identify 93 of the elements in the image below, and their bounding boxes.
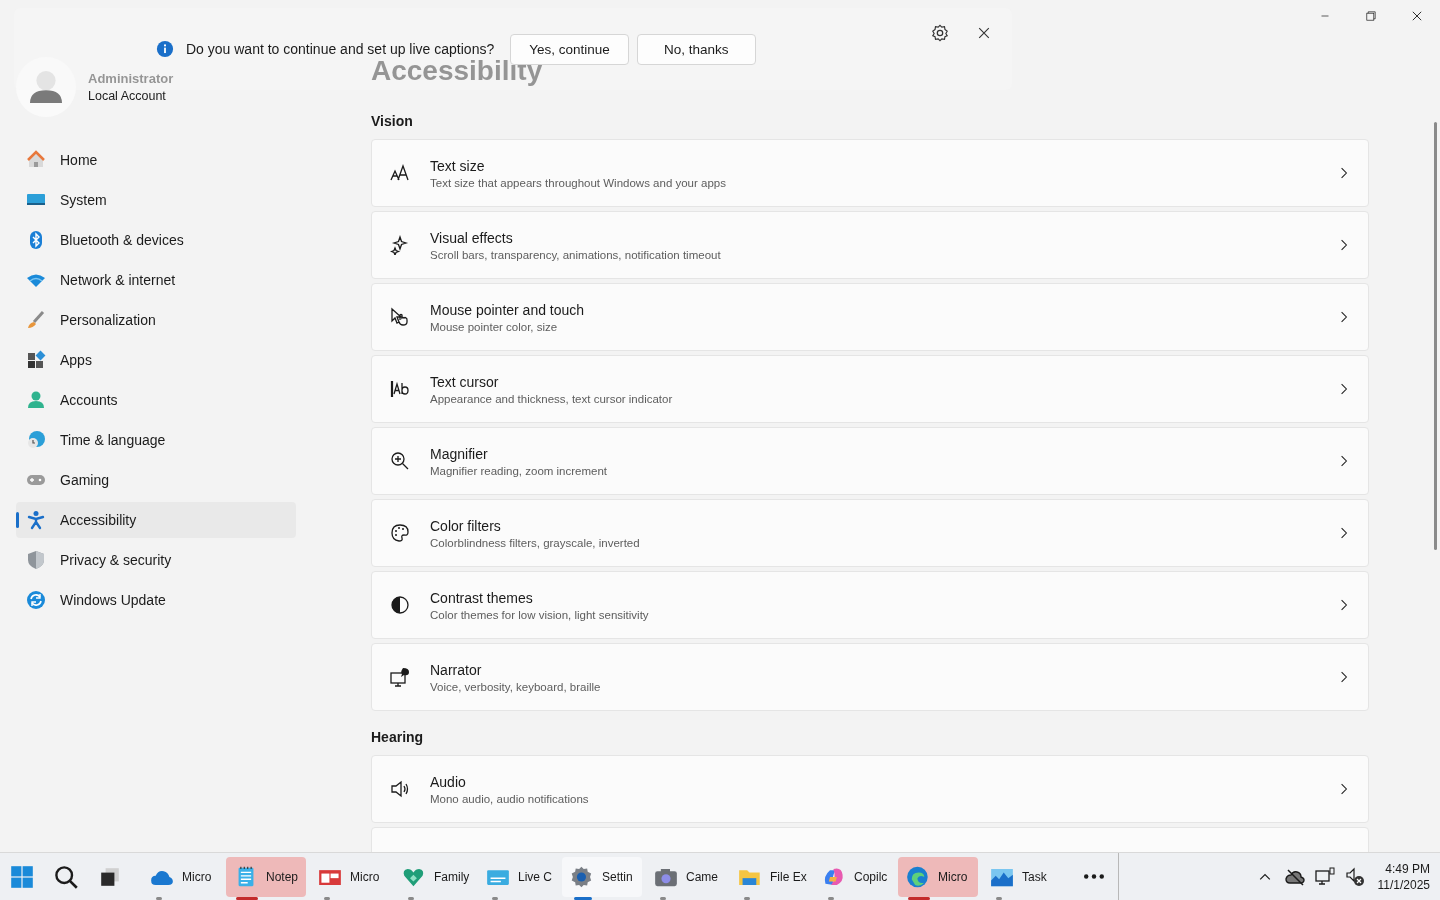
person-icon [26,390,46,410]
taskbar-app[interactable]: Copilc [814,856,894,897]
task-view-icon [99,865,121,888]
accessibility-icon [26,510,46,530]
card-title: Mouse pointer and touch [430,301,586,318]
card-description: Magnifier reading, zoom increment [430,464,609,477]
pointer-hand-icon [390,307,410,327]
settings-card[interactable]: Audio Mono audio, audio notifications [371,755,1369,823]
sidebar-item[interactable]: Apps [16,342,296,378]
settings-card[interactable]: Text size Text size that appears throughout Windows and your apps [371,139,1369,207]
settings-icon [931,24,949,42]
contrast-icon [390,595,410,615]
restore-icon [1364,9,1378,23]
card-title: Visual effects [430,229,514,246]
prompt-message: Do you want to continue and set up live captions? [186,41,495,57]
taskbar-app[interactable]: Live C [478,856,558,897]
card-description: Voice, verbosity, keyboard, braille [430,680,602,693]
palette-icon [390,523,410,543]
close-icon [976,25,992,41]
sidebar-item[interactable]: Time & language [16,422,296,458]
sidebar-item[interactable]: Gaming [16,462,296,498]
magnifier-icon [390,451,410,471]
card-title: Text size [430,157,486,174]
sidebar-item[interactable]: Accessibility [16,502,296,538]
sidebar-item[interactable]: Bluetooth & devices [16,222,296,258]
card-description: Mouse pointer color, size [430,320,559,333]
taskbar-app[interactable]: Came [646,856,726,897]
taskbar-app[interactable]: Task [982,856,1062,897]
card-description: Appearance and thickness, text cursor indicator [430,392,674,405]
taskbar-app[interactable]: Notep [226,856,306,897]
refresh-icon [26,590,46,610]
apps-icon [26,350,46,370]
card-description: Color themes for low vision, light sensitivity [430,608,650,621]
sidebar-item[interactable]: Privacy & security [16,542,296,578]
card-description: Text size that appears throughout Windows and your apps [430,176,727,189]
text-size-icon [390,163,410,183]
accept-button[interactable]: Yes, continue [510,33,629,65]
card-title: Color filters [430,517,502,534]
info-icon [156,40,174,58]
sparkles-icon [390,235,410,255]
close-icon [1410,9,1424,23]
section-heading: Hearing [371,728,425,747]
search-icon [54,864,78,889]
clock[interactable]: 4:49 PM 11/1/2025 [1369,860,1440,893]
time-text: 4:49 PM [1384,860,1430,877]
sidebar-item[interactable]: Network & internet [16,262,296,298]
card-title: Text cursor [430,373,500,390]
settings-card[interactable]: Contrast themes Color themes for low vision, light sensitivity [371,571,1369,639]
taskbar-app[interactable]: Family [394,856,474,897]
taskbar-app[interactable]: File Ex [730,856,810,897]
more-icon [1084,874,1104,879]
settings-card[interactable]: Visual effects Scroll bars, transparency, animations, notification timeout [371,211,1369,279]
taskbar-app[interactable]: Settin [562,856,642,897]
settings-card[interactable]: Mouse pointer and touch Mouse pointer color, size [371,283,1369,351]
text-cursor-icon [390,379,410,399]
card-description: Mono audio, audio notifications [430,792,590,805]
sidebar-item[interactable]: Personalization [16,302,296,338]
card-title: Contrast themes [430,589,534,606]
speaker-muted-icon [1344,866,1365,887]
taskbar-app[interactable]: Micro [898,856,978,897]
paintbrush-icon [26,310,46,330]
settings-card[interactable]: Magnifier Magnifier reading, zoom increment [371,427,1369,495]
edge-icon [906,864,930,889]
account-type: Local Account [88,89,167,103]
gear-icon [570,864,594,889]
card-description: Scroll bars, transparency, animations, notification timeout [430,248,722,261]
narrator-icon [390,667,410,687]
card-description: Colorblindness filters, grayscale, inverted [430,536,641,549]
taskbar-app[interactable]: Micro [142,856,222,897]
windows-logo-icon [10,864,34,889]
shield-icon [26,550,46,570]
globe-clock-icon [26,430,46,450]
decline-button[interactable]: No, thanks [636,33,756,65]
settings-card[interactable]: Narrator Voice, verbosity, keyboard, braille [371,643,1369,711]
sidebar-item[interactable]: Accounts [16,382,296,418]
account-name: Administrator [88,71,174,86]
cloud-off-icon [1284,866,1305,887]
scrollbar-thumb[interactable] [1434,122,1437,550]
speaker-icon [390,779,410,799]
person-silhouette-icon [30,71,62,103]
sidebar-item[interactable]: Home [16,142,296,178]
monitor-network-icon [1314,866,1335,887]
home-icon [26,150,46,170]
card-title: Audio [430,773,467,790]
card-title: Narrator [430,661,483,678]
settings-card[interactable]: Text cursor Appearance and thickness, text cursor indicator [371,355,1369,423]
sidebar-item[interactable]: Windows Update [16,582,296,618]
settings-card[interactable]: Color filters Colorblindness filters, grayscale, inverted [371,499,1369,567]
section-heading: Vision [371,112,414,131]
sidebar-item[interactable]: System [16,182,296,218]
date-text: 11/1/2025 [1377,876,1430,893]
card-title: Magnifier [430,445,489,462]
taskbar-app[interactable]: Micro [310,856,390,897]
